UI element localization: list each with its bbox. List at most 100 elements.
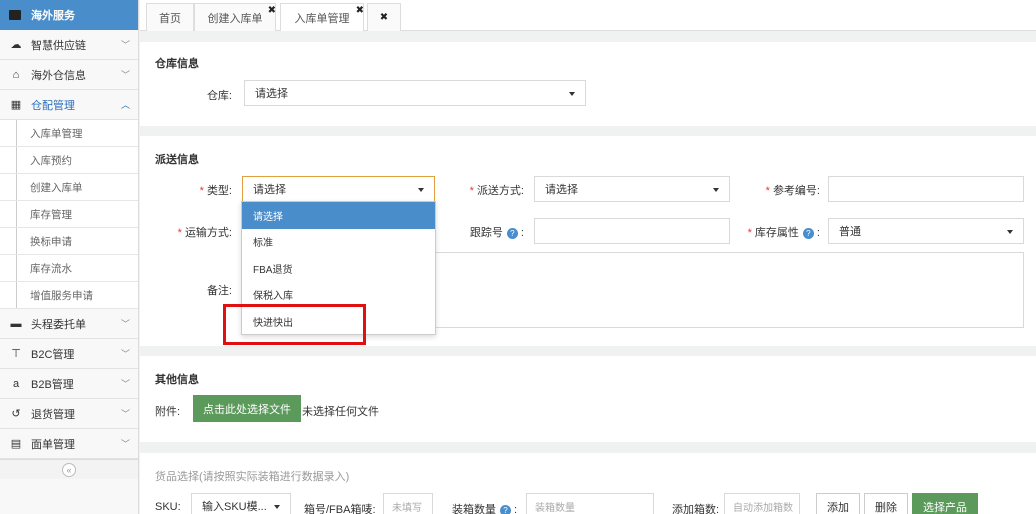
required-mark: * (177, 227, 182, 239)
tab-label: 首页 (159, 12, 181, 25)
tab-bar: 首页 创建入库单 ✖ 入库单管理 ✖ ✖ (140, 0, 1036, 31)
goods-title: 货品选择(请按照实际装箱进行数据录入) (155, 471, 350, 483)
help-icon[interactable]: ? (506, 227, 518, 239)
amazon-icon: a (12, 377, 20, 390)
sku-select[interactable]: 输入SKU模... (191, 493, 291, 514)
tracking-label-text: 跟踪号 (469, 227, 503, 239)
section-title: 其他信息 (155, 374, 199, 386)
ref-number-input[interactable] (828, 176, 1024, 202)
close-icon[interactable]: ✖ (268, 5, 276, 16)
chevron-down-icon: ﹀ (120, 349, 130, 359)
sidebar-item-smart-supply[interactable]: ☁ 智慧供应链 ﹀ (0, 30, 138, 60)
box-input[interactable]: 未填写 (383, 493, 433, 514)
type-label-text: 类型: (206, 185, 232, 197)
required-mark: * (469, 185, 474, 197)
add-box-label: 添加箱数: (672, 504, 720, 514)
warehouse-section: 仓库信息 仓库: 请选择 (140, 42, 1036, 126)
sidebar-subitem-inbound-booking[interactable]: 入库预约 (0, 147, 138, 174)
document-icon: ▤ (10, 438, 22, 450)
sidebar-item-warehouse-info[interactable]: ⌂ 海外仓信息 ﹀ (0, 60, 138, 90)
caret-down-icon (418, 188, 424, 192)
ref-label-text: 参考编号: (772, 185, 820, 197)
attach-label: 附件: (155, 406, 181, 418)
method-label-text: 派送方式: (476, 185, 524, 197)
briefcase-icon: ▬ (10, 317, 22, 330)
sidebar-subitem-inventory[interactable]: 库存管理 (0, 201, 138, 228)
dropdown-option[interactable]: 标准 (242, 229, 435, 256)
dropdown-option[interactable]: FBA退货 (242, 255, 435, 282)
add-button[interactable]: 添加 (816, 493, 860, 514)
sidebar-item-label: B2B管理 (31, 378, 74, 391)
upload-file-button[interactable]: 点击此处选择文件 (193, 395, 301, 422)
qty-label: 装箱数量? : (452, 504, 518, 514)
sidebar-item-label: 智慧供应链 (31, 39, 86, 52)
ref-label: * 参考编号: (746, 182, 820, 198)
chevron-down-icon: ﹀ (120, 409, 130, 419)
sidebar-subitem-relabel[interactable]: 换标申请 (0, 228, 138, 255)
required-mark: * (765, 185, 770, 197)
tracking-label: 跟踪号? : (469, 227, 524, 239)
sidebar-collapse: « (0, 459, 138, 479)
caret-down-icon (713, 188, 719, 192)
type-select[interactable]: 请选择 (242, 176, 435, 202)
box-label: 箱号/FBA箱唛: (304, 504, 376, 514)
select-value: 请选择 (255, 88, 288, 100)
delivery-method-select[interactable]: 请选择 (534, 176, 730, 202)
stock-label-text: 库存属性 (754, 227, 799, 239)
sidebar-item-label: 仓配管理 (31, 99, 75, 112)
cloud-icon: ☁ (10, 39, 22, 51)
sidebar-header[interactable]: 海外服务 (0, 0, 138, 30)
stock-label: * 库存属性? : (747, 227, 820, 239)
grid-icon: ▦ (10, 99, 22, 111)
tab-label: 创建入库单 (207, 12, 263, 25)
select-value: 请选择 (253, 184, 286, 196)
sidebar-item-first-leg[interactable]: ▬ 头程委托单 ﹀ (0, 309, 138, 339)
qty-label-text: 装箱数量 (452, 504, 496, 514)
sidebar-subitem-inventory-flow[interactable]: 库存流水 (0, 255, 138, 282)
transport-label: * 运输方式: (160, 224, 232, 240)
sidebar-item-warehouse-mgmt[interactable]: ▦ 仓配管理 ︿ (0, 90, 138, 120)
sidebar-subitem-inbound-mgmt[interactable]: 入库单管理 (0, 120, 138, 147)
select-value: 普通 (839, 226, 861, 238)
close-icon[interactable]: ✖ (356, 5, 364, 16)
stock-attr-select[interactable]: 普通 (828, 218, 1024, 244)
chevron-up-icon: ︿ (120, 100, 130, 110)
select-product-button[interactable]: 选择产品 (912, 493, 978, 514)
sidebar-item-b2c[interactable]: ⊤ B2C管理 ﹀ (0, 339, 138, 369)
sidebar-item-label: 海外仓信息 (31, 69, 86, 82)
tab-create-inbound[interactable]: 创建入库单 ✖ (194, 3, 276, 31)
sidebar-header-label: 海外服务 (31, 10, 75, 22)
undo-icon: ↺ (11, 408, 21, 420)
collapse-icon[interactable]: « (62, 462, 76, 477)
caret-down-icon (1007, 230, 1013, 234)
tab-inbound-mgmt[interactable]: 入库单管理 ✖ (280, 3, 364, 31)
qty-input[interactable]: 装箱数量 (526, 493, 654, 514)
method-label: * 派送方式: (456, 182, 524, 198)
dropdown-option[interactable]: 请选择 (242, 202, 435, 229)
sidebar-item-returns[interactable]: ↺ 退货管理 ﹀ (0, 399, 138, 429)
tracking-input[interactable] (534, 218, 730, 244)
tab-label: 入库单管理 (294, 12, 350, 25)
cart-icon: ⊤ (11, 348, 21, 360)
folder-icon (9, 10, 21, 20)
warehouse-select[interactable]: 请选择 (244, 80, 586, 106)
help-icon[interactable]: ? (500, 504, 511, 514)
select-value: 请选择 (545, 184, 578, 196)
sidebar: 海外服务 ☁ 智慧供应链 ﹀ ⌂ 海外仓信息 ﹀ ▦ 仓配管理 ︿ 入库单管理 … (0, 0, 139, 514)
type-label: * 类型: (170, 182, 232, 198)
sidebar-subitem-create-inbound[interactable]: 创建入库单 (0, 174, 138, 201)
section-title: 派送信息 (155, 154, 199, 166)
sidebar-item-labels[interactable]: ▤ 面单管理 ﹀ (0, 429, 138, 459)
help-icon[interactable]: ? (802, 227, 814, 239)
add-box-input[interactable]: 自动添加箱数 (724, 493, 800, 514)
sidebar-item-b2b[interactable]: a B2B管理 ﹀ (0, 369, 138, 399)
sidebar-item-label: 退货管理 (31, 408, 75, 421)
select-value: 输入SKU模... (202, 501, 267, 513)
tab-home[interactable]: 首页 (146, 3, 194, 31)
sidebar-subitem-value-added[interactable]: 增值服务申请 (0, 282, 138, 309)
other-section: 其他信息 附件: 点击此处选择文件 未选择任何文件 (140, 356, 1036, 442)
tab-close-all[interactable]: ✖ (367, 3, 401, 31)
goods-section: 货品选择(请按照实际装箱进行数据录入) SKU: 输入SKU模... 箱号/FB… (140, 453, 1036, 514)
sku-label: SKU: (155, 501, 181, 513)
delete-button[interactable]: 删除 (864, 493, 908, 514)
